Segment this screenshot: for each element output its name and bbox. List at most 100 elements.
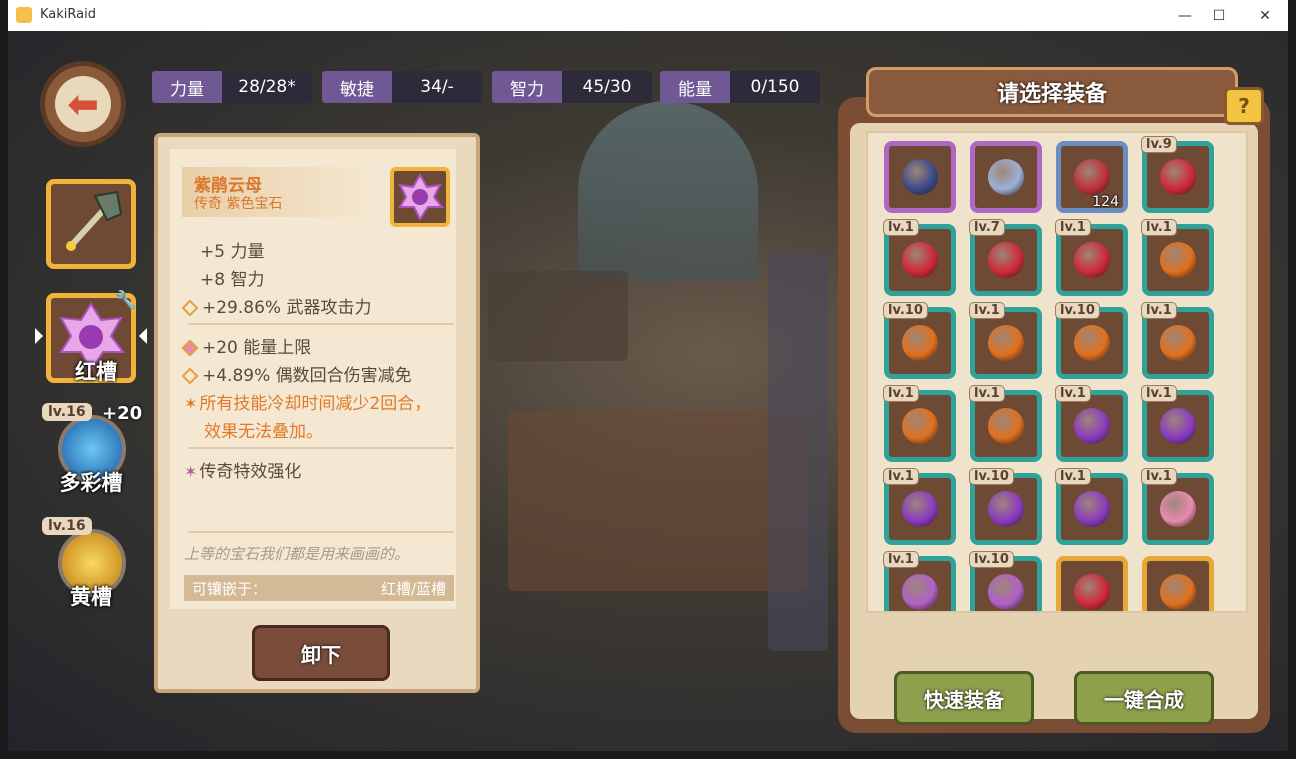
- inlay-info: 可镶嵌于： 红槽/蓝槽: [184, 575, 454, 601]
- unequip-button[interactable]: 卸下: [252, 625, 390, 681]
- stat-agility: 敏捷 34/-: [322, 71, 482, 103]
- stat-line: +8 智力: [200, 270, 265, 290]
- divider: [188, 531, 454, 533]
- background-shelf: [488, 271, 628, 361]
- gem-orb-icon: [988, 325, 1024, 361]
- gem-orb-icon: [988, 574, 1024, 610]
- gem-orb-icon: [902, 408, 938, 444]
- gem-grid: 124 lv.9 lv.1 lv.7 lv.1 lv.1 lv.10 lv.1 lv.10 lv.…: [866, 131, 1248, 613]
- gem-cell[interactable]: lv.1: [883, 551, 956, 611]
- window-title: KakiRaid: [40, 7, 96, 22]
- gem-cell[interactable]: lv.1: [1141, 468, 1214, 545]
- stat-line-text: +20 能量上限: [202, 338, 312, 358]
- one-key-merge-button[interactable]: 一键合成: [1074, 671, 1214, 725]
- gem-cell[interactable]: lv.7: [969, 219, 1042, 296]
- gem-orb-icon: [1074, 242, 1110, 278]
- gem-orb-icon: [1160, 159, 1196, 195]
- gem-cell[interactable]: lv.1: [1055, 219, 1128, 296]
- gem-thumbnail-icon: [390, 167, 450, 227]
- background-window: [578, 101, 758, 281]
- divider: [188, 447, 454, 449]
- stat-value: 45/30: [562, 71, 652, 103]
- back-button[interactable]: ⬅: [40, 61, 126, 147]
- gem-orb-icon: [902, 574, 938, 610]
- gem-orb-icon: [1074, 408, 1110, 444]
- quick-equip-button[interactable]: 快速装备: [894, 671, 1034, 725]
- stat-label: 敏捷: [322, 71, 392, 103]
- gem-cell[interactable]: lv.10: [1055, 302, 1128, 379]
- legendary-effect-line: ✶ 传奇特效强化: [184, 457, 301, 482]
- gem-cell[interactable]: lv.1: [969, 302, 1042, 379]
- gem-cell[interactable]: lv.1: [1141, 219, 1214, 296]
- gem-cell[interactable]: lv.1: [883, 219, 956, 296]
- gem-cell[interactable]: lv.10: [969, 468, 1042, 545]
- gem-orb-icon: [902, 242, 938, 278]
- star-bullet-icon: ✶: [184, 462, 198, 481]
- gem-level-tag: lv.1: [1141, 302, 1177, 319]
- gem-cell[interactable]: lv.1: [1055, 468, 1128, 545]
- gem-orb-icon: [1160, 574, 1196, 610]
- gem-cell[interactable]: lv.1: [883, 468, 956, 545]
- gem-cell[interactable]: [1056, 556, 1128, 611]
- gem-cell[interactable]: [970, 141, 1042, 213]
- red-slot[interactable]: 红槽 🔧: [35, 290, 147, 384]
- gem-cell[interactable]: [884, 141, 956, 213]
- background-character: [508, 411, 808, 591]
- gem-cell[interactable]: lv.1: [883, 385, 956, 462]
- window-titlebar: KakiRaid — ☐ ✕: [8, 0, 1288, 32]
- gem-cell[interactable]: lv.10: [969, 551, 1042, 611]
- gem-cell[interactable]: lv.9: [1141, 136, 1214, 213]
- gem-orb-icon: [1074, 159, 1110, 195]
- gem-detail-panel: 紫鹃云母 传奇 紫色宝石 +5 力量 +8 智力 +29.86% 武器攻击力 +…: [154, 133, 480, 693]
- gem-orb-icon: [902, 491, 938, 527]
- diamond-bullet-icon: [181, 299, 199, 317]
- maximize-button[interactable]: ☐: [1196, 0, 1242, 31]
- gem-level-tag: lv.9: [1141, 136, 1177, 153]
- stat-line-weapon: +29.86% 武器攻击力: [181, 293, 371, 318]
- selected-right-arrow-icon: [139, 328, 147, 344]
- help-book-icon[interactable]: ?: [1224, 87, 1264, 125]
- gem-cell[interactable]: lv.1: [1141, 302, 1214, 379]
- axe-icon: [66, 190, 123, 251]
- gem-cell[interactable]: lv.1: [1055, 385, 1128, 462]
- diamond-bullet-icon: [181, 367, 199, 385]
- purple-gem-icon: [398, 173, 445, 221]
- gem-orb-icon: [1160, 242, 1196, 278]
- stat-value: 28/28*: [222, 71, 312, 103]
- weapon-slot[interactable]: [46, 179, 136, 269]
- gem-orb-icon: [988, 491, 1024, 527]
- stat-strength: 力量 28/28*: [152, 71, 312, 103]
- multicolor-slot[interactable]: lv.16 +20 多彩槽: [42, 403, 142, 495]
- stat-line-energy: +20 能量上限: [181, 333, 312, 358]
- stat-energy: 能量 0/150: [660, 71, 820, 103]
- gem-cell[interactable]: lv.1: [969, 385, 1042, 462]
- skill-effect-text: 所有技能冷却时间减少2回合，: [199, 394, 432, 414]
- close-button[interactable]: ✕: [1242, 0, 1288, 31]
- inlay-label: 可镶嵌于：: [192, 579, 268, 598]
- stat-label: 智力: [492, 71, 562, 103]
- skill-effect-line-2: 效果无法叠加。: [204, 422, 323, 442]
- stat-label: 力量: [152, 71, 222, 103]
- gem-cell[interactable]: [1142, 556, 1214, 611]
- multicolor-bonus: +20: [102, 403, 143, 424]
- gem-cell[interactable]: 124: [1056, 141, 1128, 213]
- skill-effect-line: ✶ 所有技能冷却时间减少2回合，: [184, 389, 431, 414]
- gem-orb-icon: [1160, 325, 1196, 361]
- equipment-select-panel: 124 lv.9 lv.1 lv.7 lv.1 lv.1 lv.10 lv.1 lv.10 lv.…: [838, 97, 1270, 733]
- gem-orb-icon: [988, 408, 1024, 444]
- gem-level-tag: lv.7: [969, 219, 1005, 236]
- legendary-effect-text: 传奇特效强化: [199, 462, 302, 482]
- gem-cell[interactable]: lv.1: [1141, 385, 1214, 462]
- gem-orb-icon: [902, 159, 938, 195]
- multicolor-slot-label: 多彩槽: [59, 471, 123, 495]
- gem-level-tag: lv.1: [1055, 385, 1091, 402]
- stat-line: +5 力量: [200, 242, 265, 262]
- gem-level-tag: lv.10: [969, 551, 1014, 568]
- gem-level-tag: lv.1: [1141, 219, 1177, 236]
- gem-level-tag: lv.1: [883, 551, 919, 568]
- gem-cell[interactable]: lv.10: [883, 302, 956, 379]
- yellow-slot[interactable]: lv.16 黄槽: [42, 517, 136, 609]
- stat-value: 34/-: [392, 71, 482, 103]
- gem-description: 上等的宝石我们都是用来画画的。: [184, 545, 410, 563]
- red-slot-label: 红槽: [75, 360, 117, 384]
